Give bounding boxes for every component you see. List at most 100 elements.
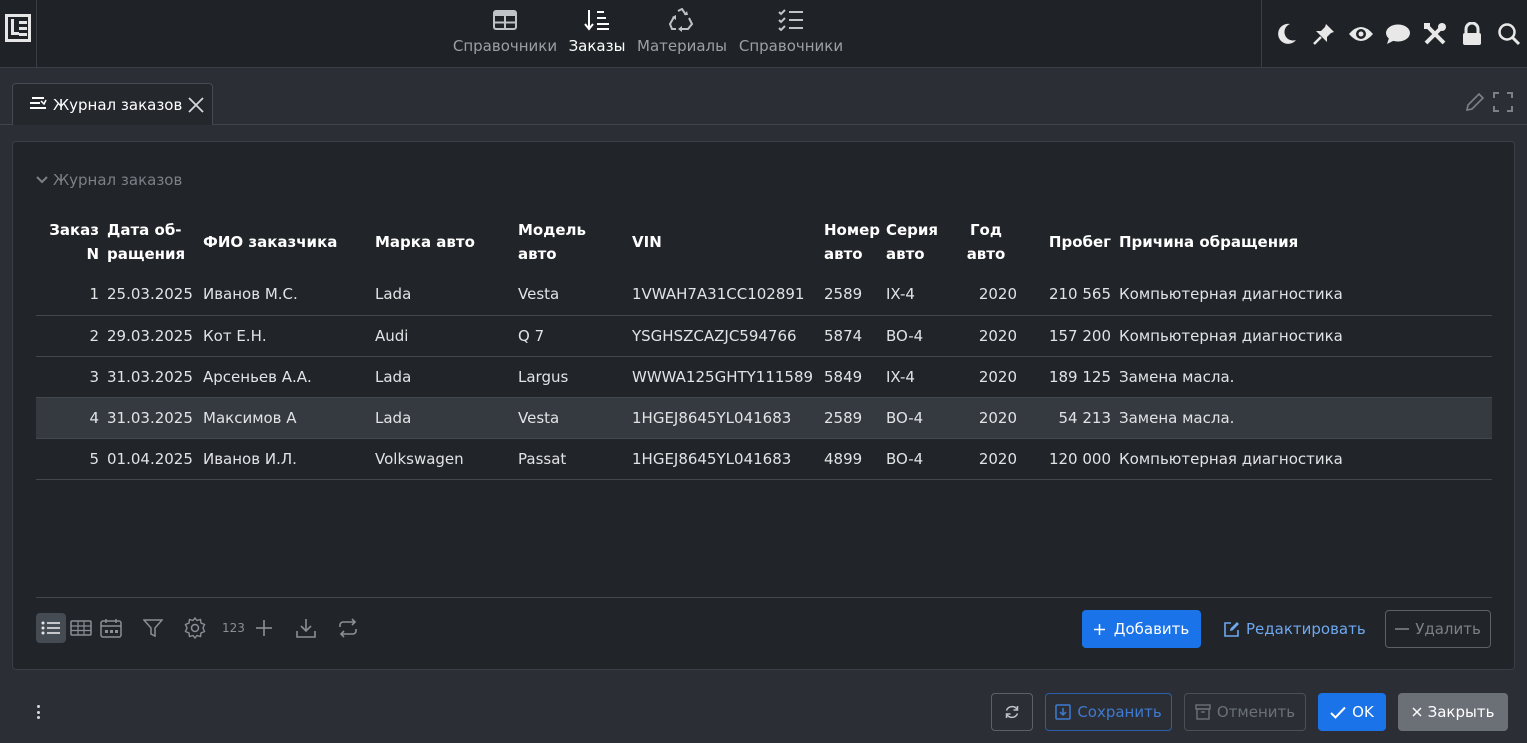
tab-strip-tools bbox=[1465, 92, 1513, 116]
column-header[interactable]: Марка авто bbox=[371, 210, 514, 274]
cell-year: 2020 bbox=[951, 315, 1021, 357]
cell-number: 2589 bbox=[820, 397, 882, 439]
pin-icon[interactable] bbox=[1305, 19, 1342, 49]
cell-mileage: 157 200 bbox=[1021, 315, 1115, 357]
table-icon bbox=[492, 7, 518, 33]
more-menu-icon[interactable] bbox=[33, 701, 43, 723]
cell-series: BO-4 bbox=[882, 438, 951, 480]
tools-icon[interactable] bbox=[1416, 19, 1453, 49]
save-icon bbox=[1055, 704, 1072, 720]
column-header[interactable]: Пробег bbox=[1021, 210, 1115, 274]
orders-table: Заказ N Дата об-ращения ФИО заказчика Ма… bbox=[36, 210, 1492, 480]
cell-vin: 1VWAH7A31CC102891 bbox=[628, 274, 820, 316]
filter-icon[interactable] bbox=[138, 613, 168, 643]
download-icon[interactable] bbox=[291, 613, 321, 643]
cell-number: 2589 bbox=[820, 274, 882, 316]
close-icon[interactable] bbox=[186, 95, 206, 115]
column-header[interactable]: VIN bbox=[628, 210, 820, 274]
cancel-button[interactable]: Отменить bbox=[1184, 693, 1306, 731]
table-row-selected[interactable]: 4 31.03.2025 Максимов А Lada Vesta 1HGEJ… bbox=[36, 397, 1492, 439]
sort-list-icon bbox=[584, 7, 610, 33]
cell-date: 31.03.2025 bbox=[103, 397, 199, 439]
add-button[interactable]: Добавить bbox=[1082, 610, 1201, 648]
grid-view-icon[interactable] bbox=[66, 613, 96, 643]
table-row[interactable]: 3 31.03.2025 Арсеньев А.А. Lada Largus W… bbox=[36, 356, 1492, 398]
cell-number: 4899 bbox=[820, 438, 882, 480]
cell-mileage: 210 565 bbox=[1021, 274, 1115, 316]
nav-label: Материалы bbox=[637, 37, 727, 55]
column-header[interactable]: Дата об-ращения bbox=[103, 210, 199, 274]
moon-icon[interactable] bbox=[1268, 19, 1305, 49]
nav-item-materials[interactable]: Материалы bbox=[637, 0, 727, 68]
table-row[interactable]: 5 01.04.2025 Иванов И.Л. Volkswagen Pass… bbox=[36, 438, 1492, 480]
nav-label: Справочники bbox=[738, 37, 844, 55]
column-header[interactable]: ФИО заказчика bbox=[199, 210, 371, 274]
main-nav: Справочники Заказы Материалы Справочники bbox=[452, 0, 844, 68]
table-row[interactable]: 2 29.03.2025 Кот Е.Н. Audi Q 7 YSGHSZCAZ… bbox=[36, 315, 1492, 357]
delete-button-label: Удалить bbox=[1415, 620, 1481, 638]
cell-number: 5849 bbox=[820, 356, 882, 398]
archive-icon bbox=[1195, 704, 1211, 720]
cell-brand: Lada bbox=[371, 356, 514, 398]
chat-icon[interactable] bbox=[1379, 19, 1416, 49]
edit-button[interactable]: Редактировать bbox=[1223, 610, 1366, 648]
divider bbox=[36, 597, 1492, 598]
plus-icon[interactable] bbox=[249, 613, 279, 643]
delete-button[interactable]: Удалить bbox=[1385, 610, 1491, 648]
cell-date: 31.03.2025 bbox=[103, 356, 199, 398]
search-icon[interactable] bbox=[1490, 19, 1527, 49]
minus-icon bbox=[1395, 627, 1410, 631]
nav-item-orders[interactable]: Заказы bbox=[569, 0, 625, 68]
column-header[interactable]: Причина обращения bbox=[1115, 210, 1492, 274]
cell-year: 2020 bbox=[951, 397, 1021, 439]
view-toolbar: 123 bbox=[36, 613, 375, 643]
cell-vin: WWWA125GHTY111589 bbox=[628, 356, 820, 398]
logo-icon bbox=[5, 14, 31, 42]
cell-fio: Арсеньев А.А. bbox=[199, 356, 371, 398]
cell-fio: Кот Е.Н. bbox=[199, 315, 371, 357]
cell-series: IX-4 bbox=[882, 356, 951, 398]
cell-series: BO-4 bbox=[882, 315, 951, 357]
tab-label: Журнал заказов bbox=[53, 95, 183, 114]
cell-model: Vesta bbox=[514, 274, 628, 316]
cell-order-n: 1 bbox=[36, 274, 103, 316]
repeat-icon[interactable] bbox=[333, 613, 363, 643]
column-header[interactable]: Серия авто bbox=[882, 210, 951, 274]
cell-vin: YSGHSZCAZJC594766 bbox=[628, 315, 820, 357]
counter-label[interactable]: 123 bbox=[222, 621, 245, 635]
section-header[interactable]: Журнал заказов bbox=[35, 171, 182, 189]
tab-orders-journal[interactable]: Журнал заказов bbox=[12, 83, 213, 125]
save-button-label: Сохранить bbox=[1077, 703, 1162, 721]
ok-button[interactable]: OK bbox=[1318, 693, 1386, 731]
cell-order-n: 4 bbox=[36, 397, 103, 439]
lock-icon[interactable] bbox=[1453, 19, 1490, 49]
cell-mileage: 54 213 bbox=[1021, 397, 1115, 439]
gear-icon[interactable] bbox=[180, 613, 210, 643]
refresh-button[interactable] bbox=[991, 693, 1033, 731]
cell-vin: 1HGEJ8645YL041683 bbox=[628, 438, 820, 480]
nav-label: Справочники bbox=[452, 37, 558, 55]
fullscreen-icon[interactable] bbox=[1493, 92, 1513, 116]
save-button[interactable]: Сохранить bbox=[1045, 693, 1172, 731]
eye-icon[interactable] bbox=[1342, 19, 1379, 49]
cell-date: 01.04.2025 bbox=[103, 438, 199, 480]
cell-year: 2020 bbox=[951, 356, 1021, 398]
column-header[interactable]: Номер авто bbox=[820, 210, 882, 274]
pencil-icon[interactable] bbox=[1465, 92, 1485, 116]
calendar-view-icon[interactable] bbox=[96, 613, 126, 643]
close-button[interactable]: Закрыть bbox=[1398, 693, 1508, 731]
column-header[interactable]: Заказ N bbox=[36, 210, 103, 274]
table-header-row: Заказ N Дата об-ращения ФИО заказчика Ма… bbox=[36, 210, 1492, 274]
checklist-icon bbox=[778, 7, 804, 33]
list-view-icon[interactable] bbox=[36, 613, 66, 643]
cell-fio: Максимов А bbox=[199, 397, 371, 439]
tab-strip: Журнал заказов bbox=[0, 68, 1527, 125]
nav-item-directories[interactable]: Справочники bbox=[452, 0, 558, 68]
add-button-label: Добавить bbox=[1113, 620, 1190, 638]
cell-brand: Audi bbox=[371, 315, 514, 357]
nav-item-directories-2[interactable]: Справочники bbox=[738, 0, 844, 68]
table-row[interactable]: 1 25.03.2025 Иванов М.С. Lada Vesta 1VWA… bbox=[36, 274, 1492, 316]
app-logo[interactable] bbox=[0, 0, 37, 68]
column-header[interactable]: Год авто bbox=[951, 210, 1021, 274]
column-header[interactable]: Модель авто bbox=[514, 210, 628, 274]
